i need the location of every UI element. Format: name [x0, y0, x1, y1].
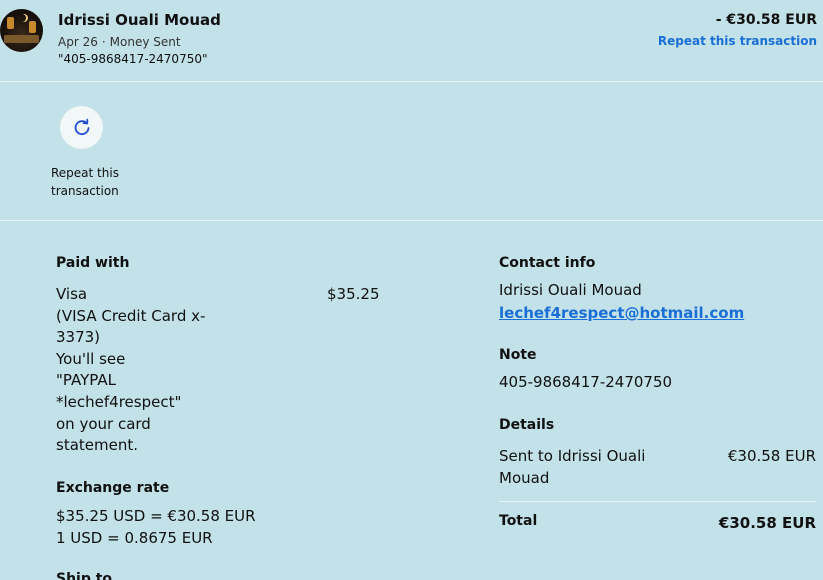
paid-with-amount: $35.25 — [327, 285, 380, 303]
total-label: Total — [499, 513, 538, 529]
details-description-line: Sent to Idrissi Ouali — [499, 447, 646, 465]
details-description: Sent to Idrissi Ouali Mouad — [499, 446, 664, 489]
lantern-icon — [29, 21, 36, 33]
repeat-transaction-button[interactable] — [60, 106, 103, 149]
divider — [499, 501, 816, 502]
exchange-rate-values: $35.25 USD = €30.58 EUR 1 USD = 0.8675 E… — [56, 506, 256, 549]
ship-to-heading: Ship to — [56, 571, 113, 580]
recipient-name: Idrissi Ouali Mouad — [58, 11, 221, 29]
paid-with-line: Visa — [56, 285, 88, 303]
transaction-date: Apr 26 — [58, 35, 98, 49]
separator-dot: · — [101, 35, 106, 49]
lantern-icon — [7, 17, 14, 29]
details-amount: €30.58 EUR — [727, 447, 816, 465]
contact-email-link[interactable]: lechef4respect@hotmail.com — [499, 303, 744, 325]
paid-with-line: You'll see — [56, 349, 126, 368]
note-text: 405-9868417-2470750 — [499, 373, 673, 391]
paid-with-line: 3373) — [56, 328, 101, 347]
transaction-meta: Apr 26 · Money Sent — [58, 35, 181, 49]
avatar-banner — [4, 35, 39, 43]
repeat-transaction-label: Repeat this transaction — [51, 166, 119, 198]
paid-with-line: "PAYPAL — [56, 371, 116, 390]
moon-icon — [18, 14, 26, 22]
transaction-type: Money Sent — [109, 35, 181, 49]
actions-bar: Repeat this transaction — [0, 83, 823, 221]
exchange-rate-conversion: $35.25 USD = €30.58 EUR — [56, 507, 256, 525]
transaction-amount: - €30.58 EUR — [715, 12, 817, 28]
paid-with-line: statement. — [56, 436, 138, 455]
paid-with-heading: Paid with — [56, 255, 130, 271]
contact-info-heading: Contact info — [499, 255, 596, 271]
exchange-rate-unit: 1 USD = 0.8675 EUR — [56, 528, 213, 547]
exchange-rate-heading: Exchange rate — [56, 480, 170, 496]
paid-with-line: (VISA Credit Card x- — [56, 306, 206, 325]
avatar — [0, 9, 43, 52]
details-description-line: Mouad — [499, 468, 550, 487]
paid-with-description: Visa (VISA Credit Card x- 3373) You'll s… — [56, 284, 216, 457]
transaction-details: Paid with Visa (VISA Credit Card x- 3373… — [0, 222, 823, 580]
details-heading: Details — [499, 417, 555, 433]
refresh-icon — [74, 118, 89, 135]
repeat-transaction-link[interactable]: Repeat this transaction — [658, 34, 817, 48]
paid-with-line: on your card — [56, 414, 151, 433]
note-heading: Note — [499, 347, 537, 363]
contact-name: Idrissi Ouali Mouad — [499, 281, 642, 299]
transaction-header: Idrissi Ouali Mouad Apr 26 · Money Sent "4… — [0, 0, 823, 82]
paid-with-line: *lechef4respect" — [56, 392, 182, 411]
total-amount: €30.58 EUR — [718, 514, 816, 532]
transaction-memo: "405-9868417-2470750" — [58, 52, 208, 66]
